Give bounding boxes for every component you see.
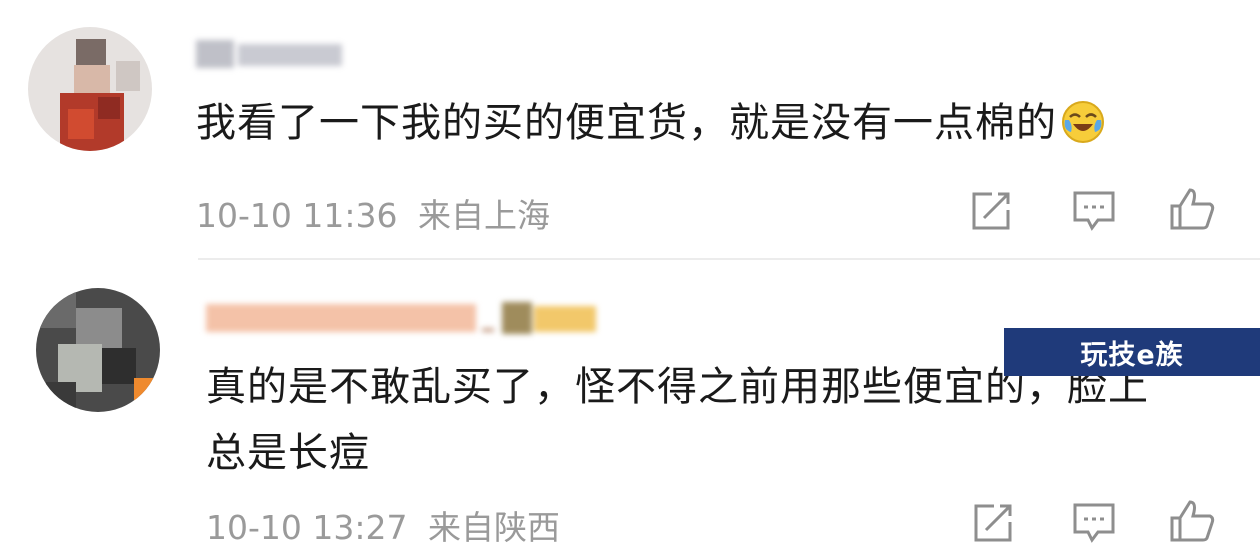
like-button[interactable] bbox=[1168, 496, 1216, 544]
comment-time: 10-10 13:27 bbox=[206, 508, 408, 547]
share-icon bbox=[974, 504, 1012, 542]
comment-location: 来自陕西 bbox=[427, 508, 560, 547]
avatar[interactable] bbox=[36, 288, 160, 412]
comment-text: 我看了一下我的买的便宜货，就是没有一点棉的 bbox=[196, 90, 1105, 164]
comment-icon bbox=[1073, 191, 1115, 231]
laughing-crying-emoji-icon bbox=[1061, 98, 1105, 164]
share-button[interactable] bbox=[970, 498, 1018, 546]
username-blurred[interactable] bbox=[206, 298, 596, 338]
comment-time: 10-10 11:36 bbox=[196, 196, 398, 235]
username-blurred[interactable] bbox=[196, 34, 346, 74]
like-icon bbox=[1170, 188, 1215, 230]
share-icon bbox=[972, 192, 1010, 230]
comment-icon bbox=[1073, 503, 1115, 543]
share-button[interactable] bbox=[968, 186, 1016, 234]
comment-meta: 10-10 13:27 来自陕西 bbox=[206, 501, 560, 549]
watermark-text: 玩技e族 bbox=[1080, 339, 1184, 371]
like-icon bbox=[1170, 500, 1215, 542]
comment-button[interactable] bbox=[1070, 186, 1118, 234]
like-button[interactable] bbox=[1168, 184, 1216, 232]
comment-location: 来自上海 bbox=[417, 196, 550, 235]
comment-button[interactable] bbox=[1070, 498, 1118, 546]
avatar[interactable] bbox=[28, 27, 152, 151]
watermark: 玩技e族 bbox=[1004, 328, 1260, 376]
comment-item: 真的是不敢乱买了，怪不得之前用那些便宜的，脸上 总是长痘 10-10 13:27… bbox=[0, 258, 1260, 555]
comment-meta: 10-10 11:36 来自上海 bbox=[196, 189, 550, 237]
comment-text-line2: 总是长痘 bbox=[206, 430, 370, 476]
comment-item: 我看了一下我的买的便宜货，就是没有一点棉的 10-10 11:36 来自上海 bbox=[0, 0, 1260, 258]
